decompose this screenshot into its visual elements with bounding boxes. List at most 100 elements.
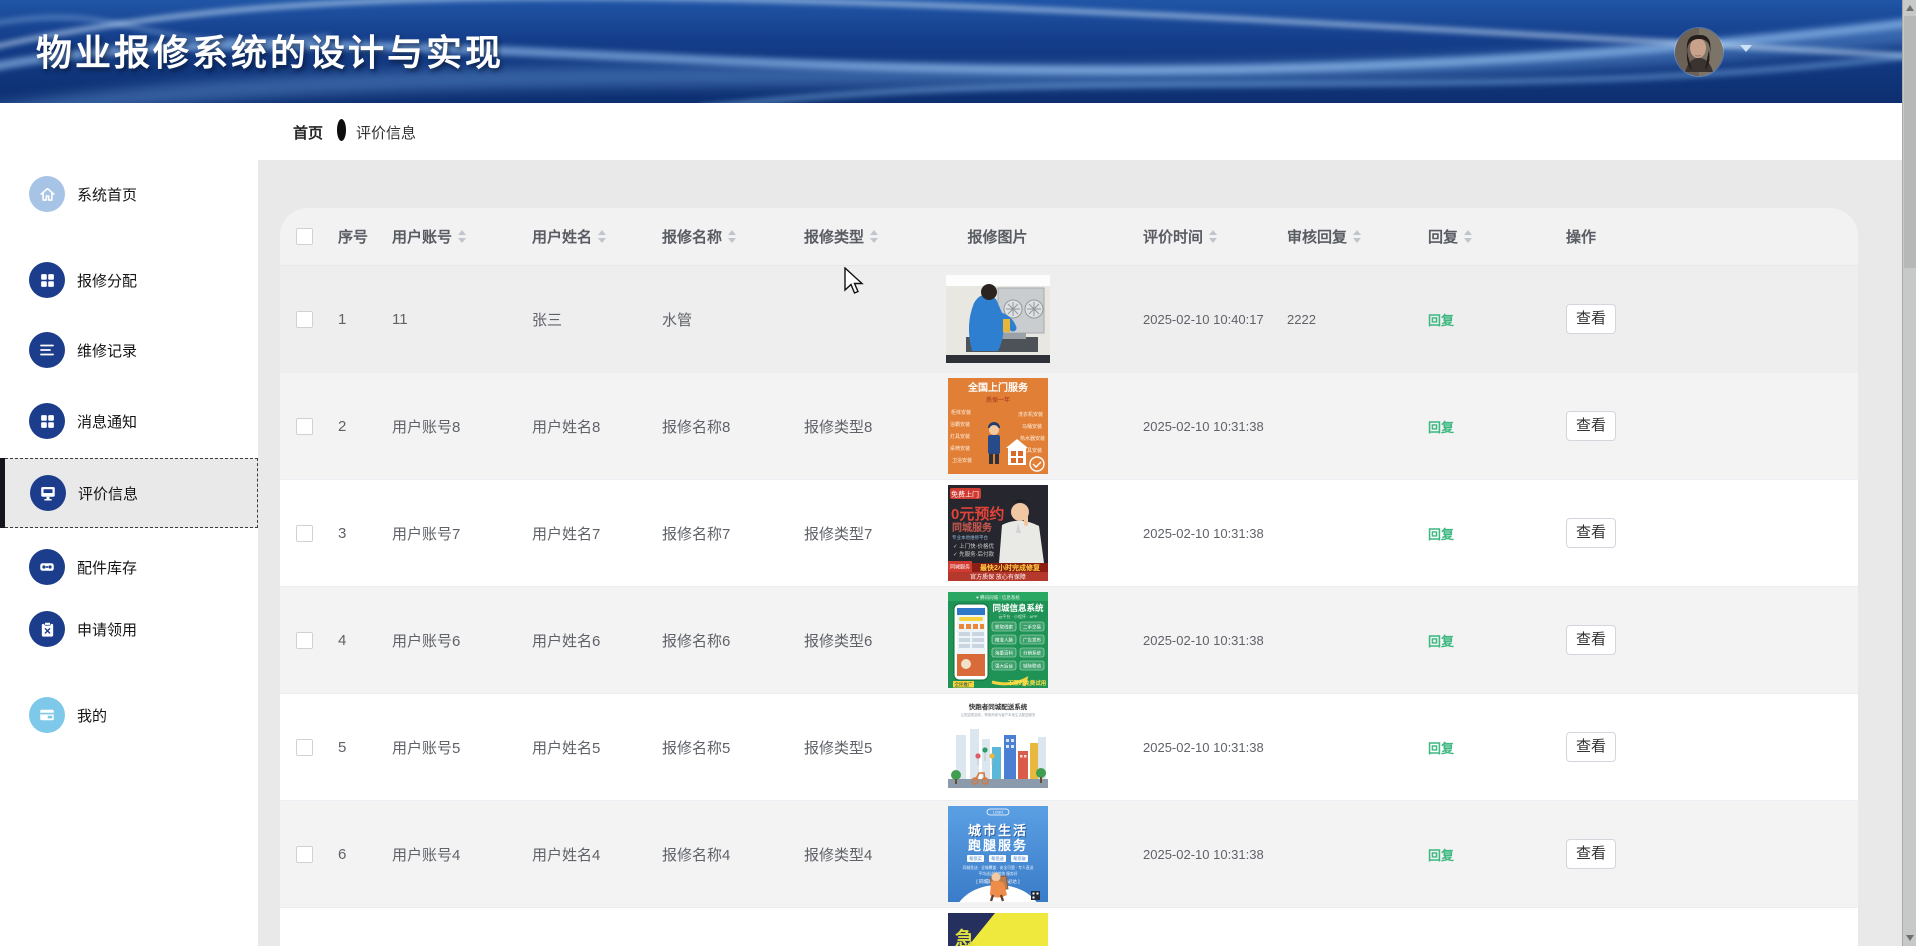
chevron-down-icon[interactable] — [1740, 45, 1752, 58]
cell-index: 5 — [338, 738, 347, 756]
cell-username: 用户姓名8 — [532, 418, 601, 436]
sort-ascending-icon[interactable] — [1464, 230, 1473, 236]
reply-link[interactable]: 回复 — [1428, 417, 1454, 436]
sort-ascending-icon[interactable] — [598, 230, 607, 236]
svg-text:全国上门服务: 全国上门服务 — [967, 381, 1029, 394]
view-button[interactable]: 查看 — [1566, 303, 1617, 335]
repair-image-thumbnail[interactable] — [945, 275, 1050, 363]
sort-descending-icon[interactable] — [728, 237, 737, 243]
cell-account: 11 — [392, 310, 408, 328]
svg-text:二手交易: 二手交易 — [1023, 624, 1041, 631]
sidebar-item-apply-receive[interactable]: 申请领用 — [0, 594, 258, 664]
sort-ascending-icon[interactable] — [1209, 230, 1218, 236]
sort-carets-icon[interactable] — [1353, 230, 1362, 243]
sort-ascending-icon[interactable] — [1353, 230, 1362, 236]
sort-carets-icon[interactable] — [458, 230, 467, 243]
cell-select — [280, 310, 328, 328]
table-row: 4 用户账号6 用户姓名6 报修名称6 报修类型6 ♥ 腾讯同城 ⁞ 信息系统 同城信息系统… — [280, 587, 1858, 694]
reply-link[interactable]: 回复 — [1428, 631, 1454, 650]
cell-index: 2 — [338, 417, 347, 435]
sort-ascending-icon[interactable] — [870, 230, 879, 236]
sort-ascending-icon[interactable] — [728, 230, 737, 236]
svg-text:热水器安装: 热水器安装 — [1020, 435, 1045, 442]
repair-image-thumbnail[interactable]: 快跑者同城配送系统 让配送更高效，帮助商家为客户本地生活配送服务 — [947, 699, 1048, 795]
cell-username: 用户姓名5 — [532, 739, 601, 757]
reply-link[interactable]: 回复 — [1428, 310, 1454, 329]
cell-action: 查看 — [1560, 303, 1720, 335]
column-header-action: 操作 — [1560, 226, 1720, 247]
column-header-label: 评价时间 — [1143, 229, 1204, 246]
view-button[interactable]: 查看 — [1566, 731, 1617, 763]
scroll-down-icon[interactable] — [1906, 935, 1914, 941]
repair-image-thumbnail[interactable]: LOGO 城市生活 跑腿服务 帮您买 帮您送 帮您取 同城急送 · 全城覆盖 · 安全可靠 … — [947, 806, 1048, 902]
row-checkbox[interactable] — [295, 524, 313, 542]
evaluation-table: 序号 用户账号 用户姓名 报修名称 报修类型 报修图片 评价时间 审核回复 回复 操作 1 11 张三… — [280, 208, 1858, 946]
repair-image-thumbnail[interactable]: 急bridge loan过桥贷款 · 快速放款 — [947, 913, 1048, 946]
sidebar-item-message-notice[interactable]: 消息通知 — [0, 386, 258, 456]
sidebar-item-system-home[interactable]: 系统首页 — [0, 159, 258, 229]
cell-select — [280, 524, 328, 542]
cell-repair-type: 报修类型5 — [804, 739, 873, 757]
repair-image-thumbnail[interactable]: 全国上门服务 质保一年 柜体安装 洗衣机安装 浴霸安装 马桶安装 灯具安装 热水器安装 桌椅安装… — [947, 378, 1048, 474]
cell-index: 6 — [338, 845, 347, 863]
row-checkbox[interactable] — [295, 310, 313, 328]
sort-descending-icon[interactable] — [870, 237, 879, 243]
svg-text:帮您买: 帮您买 — [969, 855, 982, 862]
sort-ascending-icon[interactable] — [458, 230, 467, 236]
cell-repair-name: 报修名称5 — [662, 739, 731, 757]
sidebar-item-label: 申请领用 — [77, 621, 138, 639]
sort-descending-icon[interactable] — [1464, 237, 1473, 243]
view-button[interactable]: 查看 — [1566, 624, 1617, 656]
sidebar-item-parts-inventory[interactable]: 配件库存 — [0, 532, 258, 602]
sort-carets-icon[interactable] — [1464, 230, 1473, 243]
sidebar-item-label: 系统首页 — [77, 186, 138, 204]
sort-carets-icon[interactable] — [1209, 230, 1218, 243]
svg-text:卫浴安装: 卫浴安装 — [952, 457, 972, 464]
scroll-up-icon[interactable] — [1906, 5, 1914, 11]
sort-descending-icon[interactable] — [458, 237, 467, 243]
cell-reply: 回复 — [1420, 738, 1560, 757]
scrollbar-thumb[interactable] — [1904, 16, 1916, 268]
row-checkbox[interactable] — [295, 845, 313, 863]
sort-carets-icon[interactable] — [728, 230, 737, 243]
user-avatar[interactable] — [1675, 28, 1723, 76]
sort-descending-icon[interactable] — [1209, 237, 1218, 243]
breadcrumb-current: 评价信息 — [356, 125, 417, 142]
vertical-scrollbar[interactable] — [1902, 0, 1916, 946]
svg-text:广告发布: 广告发布 — [1023, 637, 1041, 644]
select-all-checkbox[interactable] — [295, 228, 313, 245]
view-button[interactable]: 查看 — [1566, 517, 1617, 549]
sort-descending-icon[interactable] — [1353, 237, 1362, 243]
svg-text:同城急送 · 全城覆盖 · 安全可靠 · 专人直送: 同城急送 · 全城覆盖 · 安全可靠 · 专人直送 — [962, 865, 1033, 870]
sidebar-item-mine[interactable]: 我的 — [0, 680, 258, 750]
reply-link[interactable]: 回复 — [1428, 738, 1454, 757]
column-header-label: 回复 — [1428, 229, 1459, 246]
view-button[interactable]: 查看 — [1566, 410, 1617, 442]
breadcrumb-home-link[interactable]: 首页 — [293, 122, 323, 143]
sort-descending-icon[interactable] — [598, 237, 607, 243]
row-checkbox[interactable] — [295, 417, 313, 435]
cell-username: 用户姓名6 — [532, 632, 601, 650]
repair-image-thumbnail[interactable]: ♥ 腾讯同城 ⁞ 信息系统 同城信息系统 云平台 · 小程序 · APP 获取线索 二手… — [947, 592, 1048, 688]
cell-eval-time: 2025-02-10 10:40:17 — [1143, 311, 1264, 327]
sidebar-item-repair-assignment[interactable]: 报修分配 — [0, 245, 258, 315]
cell-index: 4 — [338, 631, 347, 649]
sidebar-item-repair-records[interactable]: 维修记录 — [0, 315, 258, 385]
table-header-row: 序号 用户账号 用户姓名 报修名称 报修类型 报修图片 评价时间 审核回复 回复 操作 — [280, 208, 1858, 266]
repair-image-thumbnail[interactable]: 免费上门 0元预约 同城服务 专业本地维修平台 ✓ 上门快·价格优 ✓ 先服务·后付款 同城… — [947, 485, 1048, 581]
app-window: 物业报修系统的设计与实现 首页 评价信息 系统首页 报修分配 维修记录 消息通知 评价信… — [0, 0, 1916, 946]
row-checkbox[interactable] — [295, 738, 313, 756]
cell-account: 用户账号6 — [392, 632, 461, 650]
sidebar-item-evaluation-info[interactable]: 评价信息 — [0, 458, 258, 528]
view-button[interactable]: 查看 — [1566, 838, 1617, 870]
column-header-select — [280, 228, 328, 245]
sort-carets-icon[interactable] — [598, 230, 607, 243]
svg-text:同城服务: 同城服务 — [952, 521, 993, 534]
table-row: 3 用户账号7 用户姓名7 报修名称7 报修类型7 免费上门 0元预约 同城服务 专业本地维修平… — [280, 480, 1858, 587]
reply-link[interactable]: 回复 — [1428, 845, 1454, 864]
reply-link[interactable]: 回复 — [1428, 524, 1454, 543]
svg-text:获取线索: 获取线索 — [995, 624, 1013, 631]
svg-text:城市生活: 城市生活 — [967, 823, 1027, 838]
sort-carets-icon[interactable] — [870, 230, 879, 243]
row-checkbox[interactable] — [295, 631, 313, 649]
